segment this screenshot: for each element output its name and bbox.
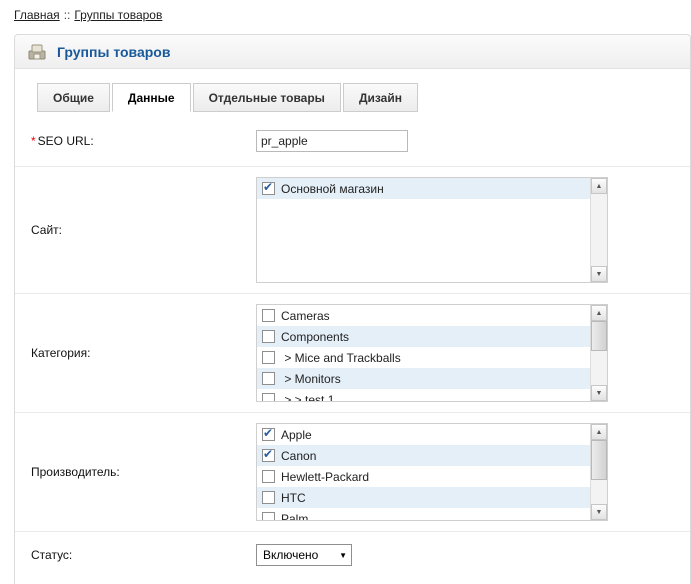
- tab-content: *SEO URL: Сайт: Основной магазин ▲ ▼: [15, 112, 690, 584]
- scroll-down-icon[interactable]: ▼: [591, 266, 607, 282]
- tab-design[interactable]: Дизайн: [343, 83, 418, 112]
- required-mark: *: [31, 134, 36, 148]
- site-option-checkbox[interactable]: [262, 182, 275, 195]
- scrollbar-thumb[interactable]: [591, 321, 607, 351]
- manufacturer-option-row: Palm: [257, 508, 590, 521]
- seo-url-label: *SEO URL:: [15, 134, 256, 148]
- manufacturer-option-row: Apple: [257, 424, 590, 445]
- site-label: Сайт:: [15, 223, 256, 237]
- manufacturer-option-checkbox[interactable]: [262, 449, 275, 462]
- manufacturer-label: Производитель:: [15, 465, 256, 479]
- scroll-down-icon[interactable]: ▼: [591, 385, 607, 401]
- seo-url-row: *SEO URL:: [15, 112, 690, 167]
- category-label: Категория:: [15, 346, 256, 360]
- scroll-up-icon[interactable]: ▲: [591, 178, 607, 194]
- manufacturer-option-row: Canon: [257, 445, 590, 466]
- status-label: Статус:: [15, 548, 256, 562]
- category-option-row: > > test 1: [257, 389, 590, 402]
- category-option-row: > Monitors: [257, 368, 590, 389]
- product-groups-panel: Группы товаров Общие Данные Отдельные то…: [14, 34, 691, 584]
- site-option-row: Основной магазин: [257, 178, 590, 199]
- category-option-label: Components: [281, 330, 349, 344]
- manufacturer-option-label: Palm: [281, 512, 308, 522]
- category-option-checkbox[interactable]: [262, 372, 275, 385]
- status-row: Статус: Включено ▼: [15, 532, 690, 580]
- category-option-label: > > test 1: [281, 393, 334, 403]
- manufacturer-option-row: HTC: [257, 487, 590, 508]
- panel-heading: Группы товаров: [15, 35, 690, 69]
- scrollbar-thumb[interactable]: [591, 440, 607, 480]
- scroll-down-icon[interactable]: ▼: [591, 504, 607, 520]
- manufacturer-option-label: Canon: [281, 449, 316, 463]
- category-option-row: Components: [257, 326, 590, 347]
- breadcrumb-current-link[interactable]: Группы товаров: [74, 8, 162, 22]
- breadcrumb-home-link[interactable]: Главная: [14, 8, 60, 22]
- tab-bar: Общие Данные Отдельные товары Дизайн: [37, 83, 690, 112]
- manufacturer-option-checkbox[interactable]: [262, 470, 275, 483]
- site-scrollbar[interactable]: ▲ ▼: [590, 178, 607, 282]
- status-select-value: Включено: [263, 548, 318, 562]
- category-option-label: > Mice and Trackballs: [281, 351, 401, 365]
- manufacturer-option-checkbox[interactable]: [262, 512, 275, 521]
- category-option-checkbox[interactable]: [262, 330, 275, 343]
- breadcrumb-separator: ::: [64, 8, 71, 22]
- tab-general[interactable]: Общие: [37, 83, 110, 112]
- manufacturer-option-checkbox[interactable]: [262, 428, 275, 441]
- manufacturer-option-checkbox[interactable]: [262, 491, 275, 504]
- manufacturer-row: Производитель: Apple Canon Hewlett-Packa…: [15, 413, 690, 532]
- category-option-checkbox[interactable]: [262, 351, 275, 364]
- manufacturer-scrollbox: Apple Canon Hewlett-Packard HTC: [256, 423, 608, 521]
- manufacturer-option-label: HTC: [281, 491, 306, 505]
- manufacturer-option-row: Hewlett-Packard: [257, 466, 590, 487]
- category-option-row: Cameras: [257, 305, 590, 326]
- product-groups-icon: [26, 42, 48, 62]
- category-option-label: Cameras: [281, 309, 330, 323]
- category-scrollbox: Cameras Components > Mice and Trackballs…: [256, 304, 608, 402]
- scroll-up-icon[interactable]: ▲: [591, 305, 607, 321]
- status-select[interactable]: Включено ▼: [256, 544, 352, 566]
- site-scrollbox: Основной магазин ▲ ▼: [256, 177, 608, 283]
- category-option-label: > Monitors: [281, 372, 341, 386]
- category-option-row: > Mice and Trackballs: [257, 347, 590, 368]
- chevron-down-icon: ▼: [339, 551, 347, 560]
- manufacturer-option-label: Apple: [281, 428, 312, 442]
- manufacturer-option-label: Hewlett-Packard: [281, 470, 369, 484]
- category-option-checkbox[interactable]: [262, 393, 275, 402]
- site-row: Сайт: Основной магазин ▲ ▼: [15, 167, 690, 294]
- page-title: Группы товаров: [57, 44, 170, 60]
- tab-individual-products[interactable]: Отдельные товары: [193, 83, 341, 112]
- category-row: Категория: Cameras Components > Mice and…: [15, 294, 690, 413]
- breadcrumb: Главная::Группы товаров: [0, 0, 691, 22]
- site-option-label: Основной магазин: [281, 182, 384, 196]
- category-scrollbar[interactable]: ▲ ▼: [590, 305, 607, 401]
- category-option-checkbox[interactable]: [262, 309, 275, 322]
- manufacturer-scrollbar[interactable]: ▲ ▼: [590, 424, 607, 520]
- tab-data[interactable]: Данные: [112, 83, 191, 112]
- seo-url-input[interactable]: [256, 130, 408, 152]
- scroll-up-icon[interactable]: ▲: [591, 424, 607, 440]
